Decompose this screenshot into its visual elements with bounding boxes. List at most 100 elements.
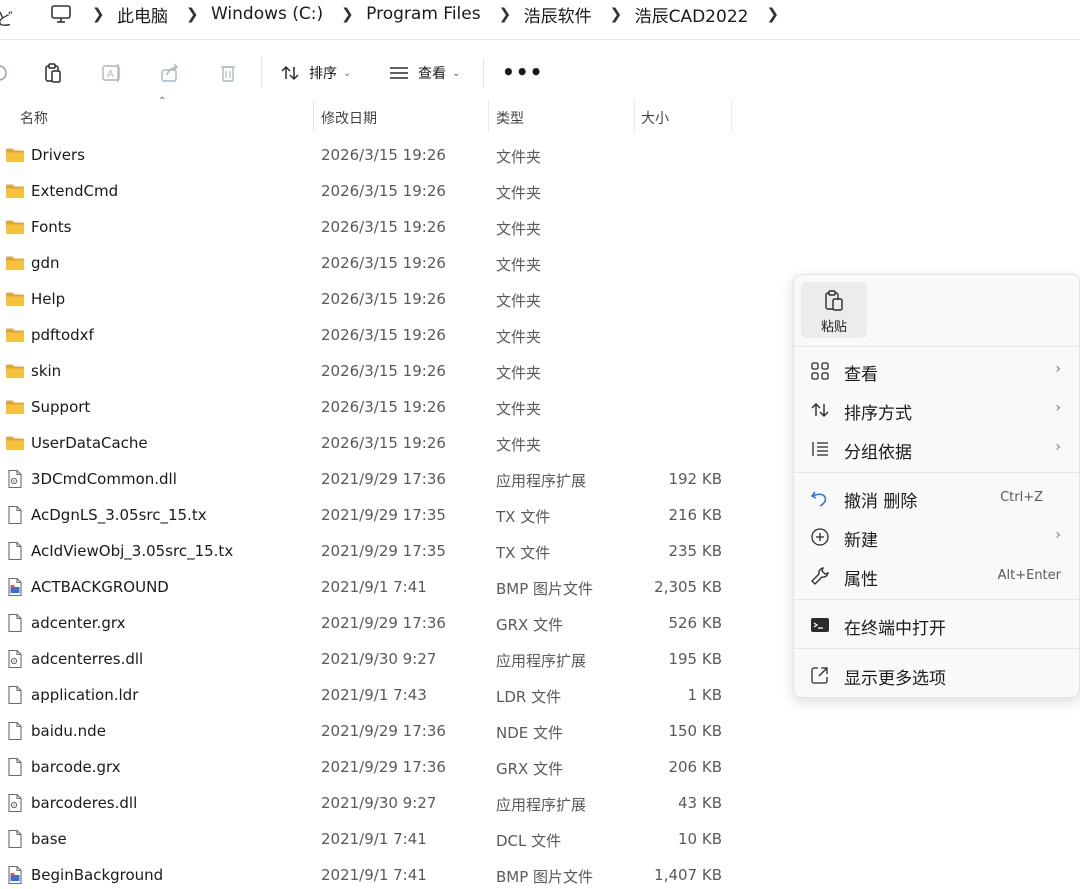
file-row[interactable]: AcIdViewObj_3.05src_15.tx 2021/9/29 17:35… xyxy=(0,533,780,569)
menu-item-label: 查看 xyxy=(844,365,878,385)
dll-file-icon xyxy=(5,469,25,489)
external-link-icon xyxy=(811,667,828,684)
file-name: BeginBackground xyxy=(31,866,164,884)
menu-item-sort-by[interactable]: 排序方式 › xyxy=(794,392,1080,428)
file-row[interactable]: base 2021/9/1 7:41 DCL 文件 10 KB xyxy=(0,821,780,857)
chevron-right-icon[interactable]: ❯ xyxy=(499,5,512,23)
breadcrumb-item[interactable]: 此电脑 xyxy=(117,2,168,27)
folder-row[interactable]: Help 2026/3/15 19:26 文件夹 xyxy=(0,281,780,317)
share-icon[interactable] xyxy=(159,62,181,84)
file-row[interactable]: application.ldr 2021/9/1 7:43 LDR 文件 1 KB xyxy=(0,677,780,713)
column-header-type[interactable]: 类型 xyxy=(496,108,524,128)
menu-item-undo-delete[interactable]: 撤消 删除 Ctrl+Z xyxy=(794,480,1080,516)
chevron-right-icon[interactable]: ❯ xyxy=(766,5,779,23)
folder-icon xyxy=(5,325,25,345)
wrench-icon xyxy=(811,567,829,585)
file-modified-date: 2026/3/15 19:26 xyxy=(321,362,446,380)
folder-row[interactable]: UserDataCache 2026/3/15 19:26 文件夹 xyxy=(0,425,780,461)
file-icon xyxy=(5,721,25,741)
folder-row[interactable]: pdftodxf 2026/3/15 19:26 文件夹 xyxy=(0,317,780,353)
chevron-right-icon[interactable]: ❯ xyxy=(610,5,623,23)
folder-icon xyxy=(5,361,25,381)
chevron-right-icon: › xyxy=(1055,361,1061,377)
column-divider[interactable] xyxy=(731,100,732,132)
menu-item-group-by[interactable]: 分组依据 › xyxy=(794,431,1080,467)
file-modified-date: 2026/3/15 19:26 xyxy=(321,290,446,308)
file-row[interactable]: ACTBACKGROUND 2021/9/1 7:41 BMP 图片文件 2,305 … xyxy=(0,569,780,605)
folder-icon xyxy=(5,253,25,273)
file-size: 526 KB xyxy=(668,614,722,632)
chevron-right-icon[interactable]: ❯ xyxy=(92,5,105,23)
folder-row[interactable]: Fonts 2026/3/15 19:26 文件夹 xyxy=(0,209,780,245)
new-plus-icon xyxy=(811,528,829,546)
column-header-size[interactable]: 大小 xyxy=(641,108,669,128)
toolbar-separator xyxy=(483,58,484,88)
column-header-date[interactable]: 修改日期 xyxy=(321,108,377,128)
image-file-icon xyxy=(5,865,25,885)
column-divider[interactable] xyxy=(488,100,489,132)
breadcrumb: ❯ 此电脑 ❯ Windows (C:) ❯ Program Files ❯ 浩… xyxy=(92,2,791,27)
file-size: 1,407 KB xyxy=(654,866,722,884)
breadcrumb-item[interactable]: Windows (C:) xyxy=(211,4,323,24)
menu-item-properties[interactable]: 属性 Alt+Enter xyxy=(794,558,1080,594)
folder-icon xyxy=(5,289,25,309)
breadcrumb-item[interactable]: Program Files xyxy=(366,4,480,24)
file-type: 应用程序扩展 xyxy=(496,652,587,670)
file-type: 文件夹 xyxy=(496,256,542,274)
paste-icon[interactable] xyxy=(42,62,64,84)
computer-icon[interactable] xyxy=(50,3,72,25)
file-row[interactable]: adcenter.grx 2021/9/29 17:36 GRX 文件 526 KB xyxy=(0,605,780,641)
folder-row[interactable]: skin 2026/3/15 19:26 文件夹 xyxy=(0,353,780,389)
file-size: 2,305 KB xyxy=(654,578,722,596)
folder-row[interactable]: Support 2026/3/15 19:26 文件夹 xyxy=(0,389,780,425)
chevron-right-icon: › xyxy=(1055,400,1061,416)
file-name: barcoderes.dll xyxy=(31,794,138,812)
menu-item-new[interactable]: 新建 › xyxy=(794,519,1080,555)
command-bar: A 排序 ⌄ 查看 ⌄ ••• xyxy=(0,48,1080,98)
file-row[interactable]: 3DCmdCommon.dll 2021/9/29 17:36 应用程序扩展 192 … xyxy=(0,461,780,497)
file-row[interactable]: BeginBackground 2021/9/1 7:41 BMP 图片文件 1,40… xyxy=(0,857,780,889)
column-divider[interactable] xyxy=(634,100,635,132)
file-name: baidu.nde xyxy=(31,722,106,740)
file-size: 195 KB xyxy=(668,650,722,668)
file-type: 文件夹 xyxy=(496,328,542,346)
menu-item-view[interactable]: 查看 › xyxy=(794,353,1080,389)
sort-icon xyxy=(281,65,299,81)
column-divider[interactable] xyxy=(313,100,314,132)
view-button[interactable]: 查看 ⌄ xyxy=(388,60,460,86)
file-row[interactable]: barcode.grx 2021/9/29 17:36 GRX 文件 206 KB xyxy=(0,749,780,785)
menu-item-show-more-options[interactable]: 显示更多选项 xyxy=(794,657,1080,693)
cut-icon[interactable] xyxy=(0,62,10,84)
menu-item-open-in-terminal[interactable]: 在终端中打开 xyxy=(794,607,1080,643)
chevron-right-icon[interactable]: ❯ xyxy=(341,5,354,23)
file-row[interactable]: baidu.nde 2021/9/29 17:36 NDE 文件 150 KB xyxy=(0,713,780,749)
chevron-right-icon[interactable]: ❯ xyxy=(186,5,199,23)
menu-separator xyxy=(794,599,1080,600)
paste-button[interactable]: 粘贴 xyxy=(801,282,867,338)
file-type: NDE 文件 xyxy=(496,724,564,742)
breadcrumb-item-current[interactable]: 浩辰CAD2022 xyxy=(635,2,749,27)
address-bar[interactable]: ど ❯ 此电脑 ❯ Windows (C:) ❯ Program Files ❯… xyxy=(0,0,1080,30)
column-header-name[interactable]: 名称 xyxy=(20,108,48,128)
file-row[interactable]: barcoderes.dll 2021/9/30 9:27 应用程序扩展 43 KB xyxy=(0,785,780,821)
file-modified-date: 2021/9/1 7:41 xyxy=(321,830,427,848)
folder-row[interactable]: Drivers 2026/3/15 19:26 文件夹 xyxy=(0,137,780,173)
more-options-button[interactable]: ••• xyxy=(502,62,543,82)
file-name: barcode.grx xyxy=(31,758,121,776)
file-row[interactable]: adcenterres.dll 2021/9/30 9:27 应用程序扩展 195 K… xyxy=(0,641,780,677)
folder-icon xyxy=(5,145,25,165)
view-label: 查看 xyxy=(418,66,446,82)
file-type: TX 文件 xyxy=(496,544,551,562)
folder-row[interactable]: gdn 2026/3/15 19:26 文件夹 xyxy=(0,245,780,281)
menu-separator xyxy=(794,648,1080,649)
folder-row[interactable]: ExtendCmd 2026/3/15 19:26 文件夹 xyxy=(0,173,780,209)
sort-button[interactable]: 排序 ⌄ xyxy=(280,60,351,86)
file-modified-date: 2021/9/29 17:35 xyxy=(321,506,446,524)
breadcrumb-item[interactable]: 浩辰软件 xyxy=(524,2,592,27)
file-size: 235 KB xyxy=(668,542,722,560)
file-row[interactable]: AcDgnLS_3.05src_15.tx 2021/9/29 17:35 TX 文… xyxy=(0,497,780,533)
file-name: AcIdViewObj_3.05src_15.tx xyxy=(31,542,234,560)
delete-icon[interactable] xyxy=(217,62,239,84)
rename-icon[interactable]: A xyxy=(101,62,123,84)
folder-icon xyxy=(5,181,25,201)
